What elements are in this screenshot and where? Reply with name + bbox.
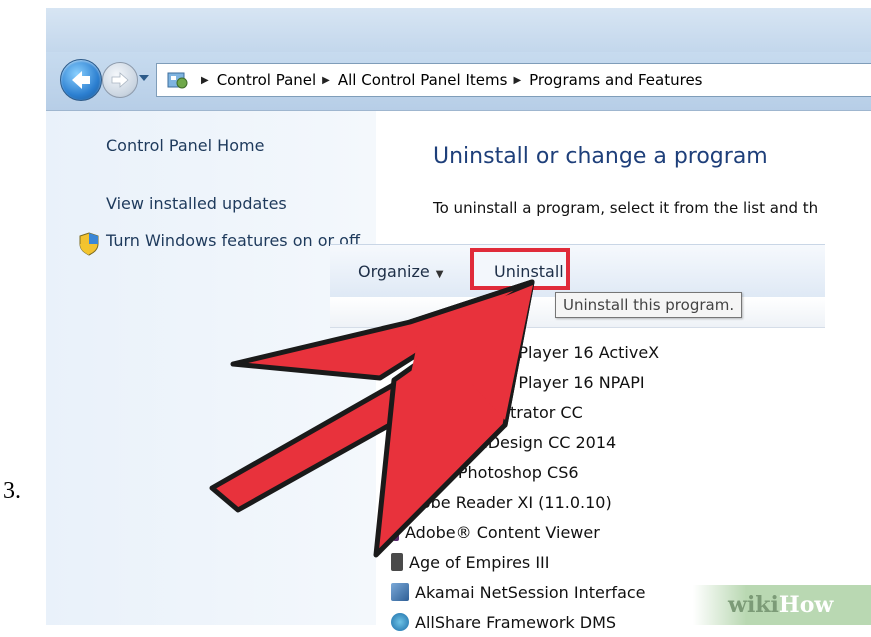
navigation-bar: ▶ Control Panel ▶ All Control Panel Item… xyxy=(46,52,871,111)
uninstall-button[interactable]: Uninstall xyxy=(470,248,570,290)
page-description: To uninstall a program, select it from t… xyxy=(433,199,819,217)
list-item[interactable]: Age of Empires III xyxy=(391,547,549,577)
forward-arrow-icon xyxy=(111,72,129,88)
step-number: 3. xyxy=(3,478,21,504)
chevron-down-icon: ▼ xyxy=(435,269,444,280)
breadcrumb-programs-and-features[interactable]: Programs and Features xyxy=(529,71,702,89)
list-item[interactable]: Adobe® Content Viewer xyxy=(393,517,600,547)
breadcrumb-separator-icon: ▶ xyxy=(201,74,209,86)
list-item[interactable]: AllShare Framework DMS xyxy=(391,607,616,637)
program-name: ash Player 16 ActiveX xyxy=(485,342,660,362)
wikihow-watermark: wikiHow xyxy=(693,585,871,625)
breadcrumb-all-control-panel-items[interactable]: All Control Panel Items xyxy=(338,71,508,89)
uninstall-label: Uninstall xyxy=(494,262,564,281)
command-toolbar: Organize ▼ Uninstall xyxy=(330,244,825,298)
title-bar xyxy=(46,8,871,52)
list-item[interactable]: Adobe Reader XI (11.0.10) xyxy=(400,487,612,517)
list-item[interactable]: ash Player 16 NPAPI xyxy=(485,367,645,397)
program-name: Adobe Reader XI (11.0.10) xyxy=(400,492,612,512)
content-viewer-icon xyxy=(393,523,399,541)
history-dropdown-icon[interactable] xyxy=(138,72,150,84)
program-name: e Illustrator CC xyxy=(463,402,583,422)
breadcrumb-separator-icon: ▶ xyxy=(513,74,522,86)
control-panel-icon xyxy=(167,72,188,89)
address-bar[interactable]: ▶ Control Panel ▶ All Control Panel Item… xyxy=(156,63,871,97)
program-name: Akamai NetSession Interface xyxy=(415,582,646,602)
uninstall-tooltip: Uninstall this program. xyxy=(555,292,743,318)
sidebar-item-turn-windows-features[interactable]: Turn Windows features on or off xyxy=(106,230,366,252)
program-name: Adobe® Content Viewer xyxy=(405,522,600,542)
sidebar-item-view-installed-updates[interactable]: View installed updates xyxy=(106,194,287,213)
list-item[interactable]: e Illustrator CC xyxy=(463,397,583,427)
breadcrumb-control-panel[interactable]: Control Panel xyxy=(217,71,316,89)
page-title: Uninstall or change a program xyxy=(433,144,768,169)
program-name: Age of Empires III xyxy=(409,552,550,572)
back-button[interactable] xyxy=(60,59,102,101)
program-name: obe Photoshop CS6 xyxy=(423,462,579,482)
allshare-icon xyxy=(391,613,409,631)
list-item[interactable]: obe InDesign CC 2014 xyxy=(438,427,616,457)
forward-button[interactable] xyxy=(102,62,138,98)
shield-icon xyxy=(79,232,99,256)
sidebar: Control Panel Home View installed update… xyxy=(46,111,376,625)
list-item[interactable]: Akamai NetSession Interface xyxy=(391,577,646,607)
organize-label: Organize xyxy=(358,262,430,281)
list-item[interactable]: obe Photoshop CS6 xyxy=(423,457,579,487)
back-arrow-icon xyxy=(72,71,90,89)
sidebar-item-control-panel-home[interactable]: Control Panel Home xyxy=(106,136,264,155)
program-name: obe InDesign CC 2014 xyxy=(438,432,617,452)
program-name: ash Player 16 NPAPI xyxy=(485,372,645,392)
breadcrumb-separator-icon: ▶ xyxy=(322,74,330,86)
list-item[interactable]: ash Player 16 ActiveX xyxy=(485,337,659,367)
akamai-icon xyxy=(391,583,409,601)
organize-menu-button[interactable]: Organize ▼ xyxy=(358,262,443,281)
program-name: AllShare Framework DMS xyxy=(415,612,617,632)
game-icon xyxy=(391,553,403,571)
